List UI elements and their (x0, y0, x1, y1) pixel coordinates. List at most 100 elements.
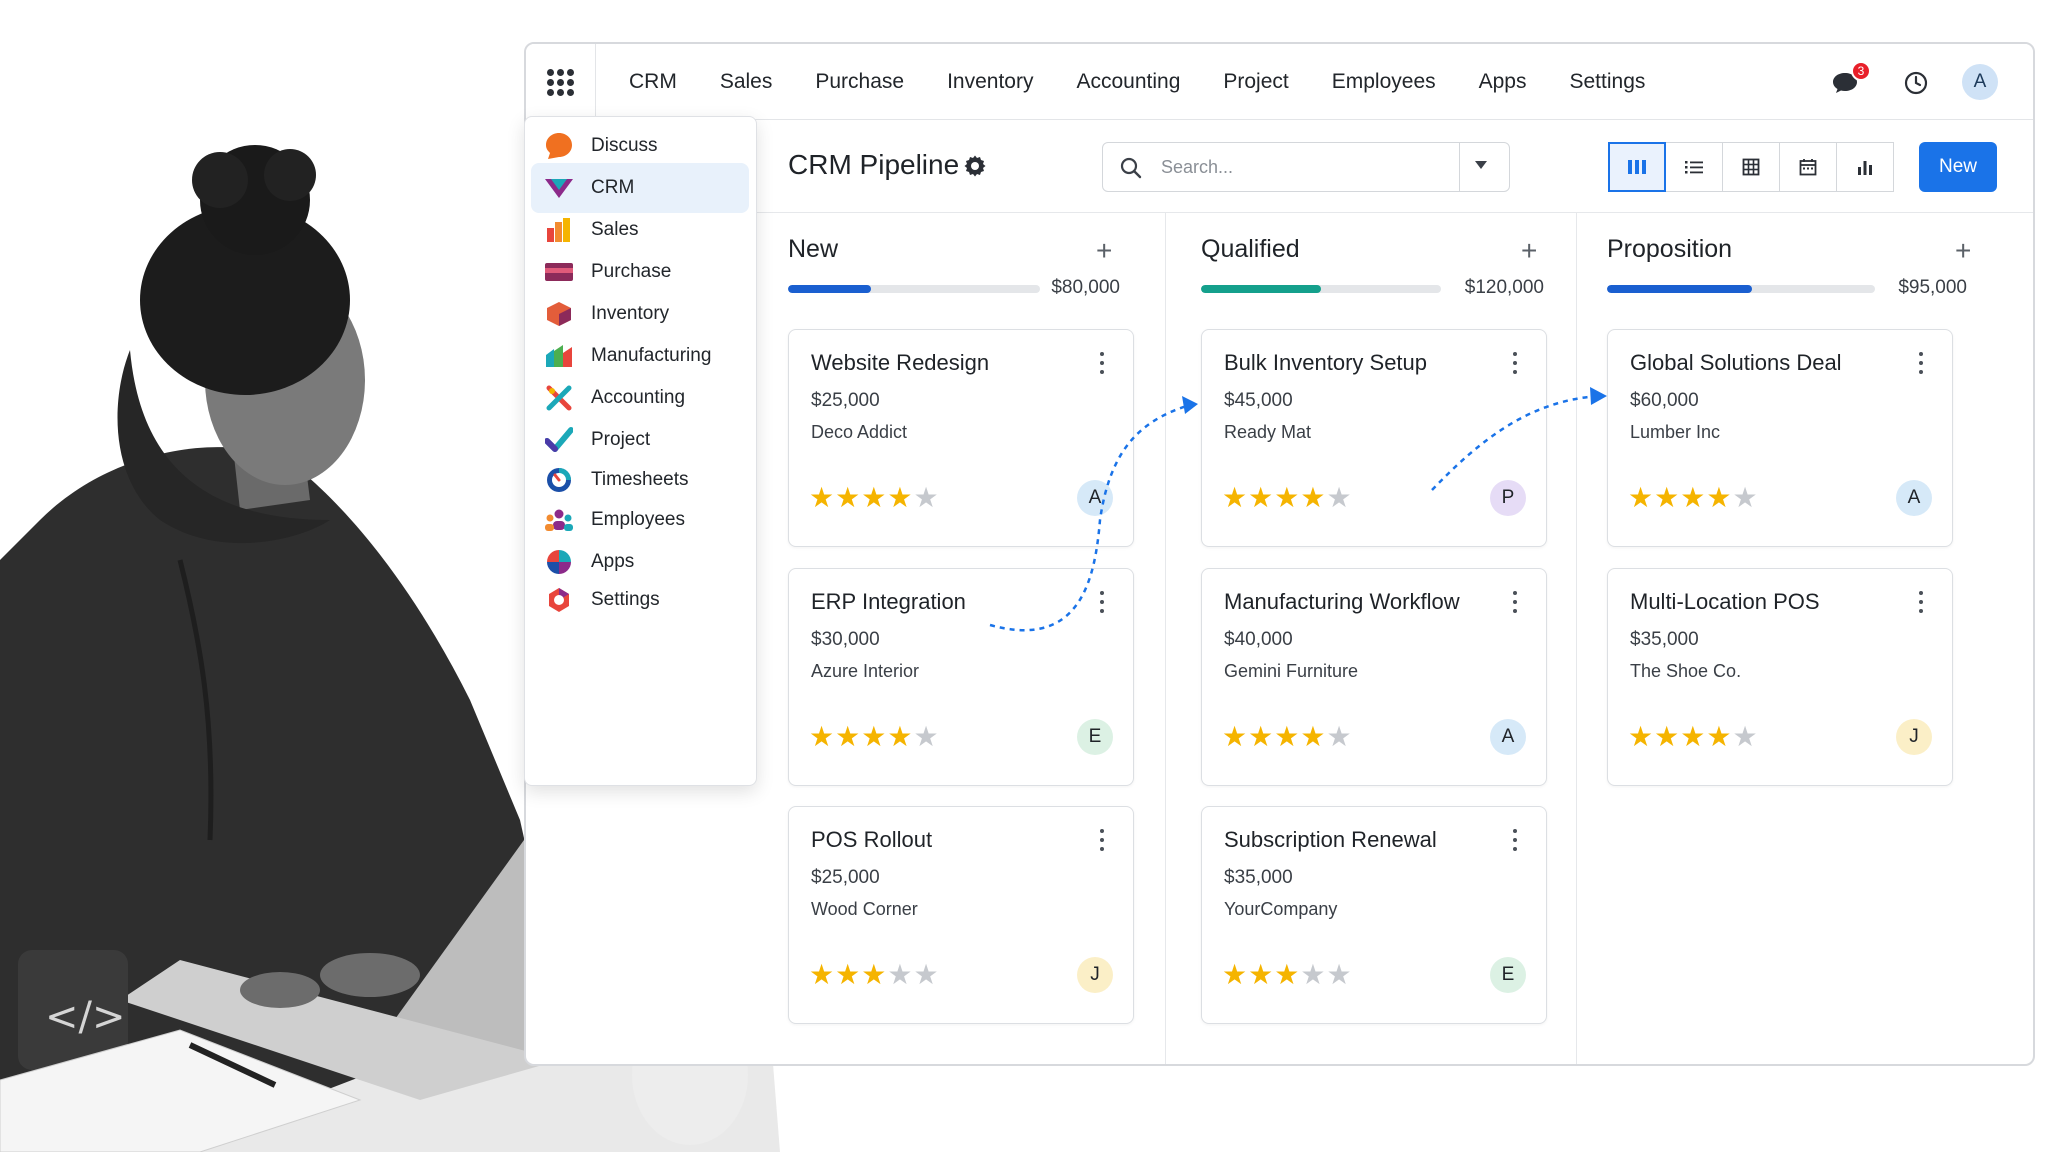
star-empty-icon[interactable]: ★ (1732, 723, 1757, 751)
star-filled-icon[interactable]: ★ (835, 961, 860, 989)
priority-stars[interactable]: ★ ★ ★ ★ ★ (1628, 723, 1759, 751)
more-options-icon[interactable] (1512, 829, 1518, 855)
more-options-icon[interactable] (1099, 591, 1105, 617)
star-filled-icon[interactable]: ★ (1248, 484, 1273, 512)
kanban-view-button[interactable] (1608, 142, 1666, 192)
opportunity-card[interactable]: Subscription Renewal $35,000 YourCompany… (1201, 806, 1547, 1024)
menu-item-sales[interactable]: Sales (720, 70, 773, 94)
star-filled-icon[interactable]: ★ (809, 484, 834, 512)
star-filled-icon[interactable]: ★ (835, 723, 860, 751)
add-card-button[interactable]: + (1521, 235, 1537, 267)
search-input[interactable]: Search... (1102, 142, 1510, 192)
menu-item-inventory[interactable]: Inventory (947, 70, 1033, 94)
opportunity-card[interactable]: Multi-Location POS $35,000 The Shoe Co. … (1607, 568, 1953, 786)
star-filled-icon[interactable]: ★ (1222, 484, 1247, 512)
priority-stars[interactable]: ★ ★ ★ ★ ★ (809, 723, 940, 751)
star-empty-icon[interactable]: ★ (913, 484, 938, 512)
star-empty-icon[interactable]: ★ (1732, 484, 1757, 512)
star-filled-icon[interactable]: ★ (1680, 723, 1705, 751)
menu-item-accounting[interactable]: Accounting (1076, 70, 1180, 94)
star-filled-icon[interactable]: ★ (1300, 723, 1325, 751)
salesperson-avatar[interactable]: A (1490, 719, 1526, 755)
app-switcher-button[interactable] (526, 44, 596, 120)
star-filled-icon[interactable]: ★ (1628, 484, 1653, 512)
star-empty-icon[interactable]: ★ (913, 723, 938, 751)
chevron-down-icon[interactable] (1475, 161, 1487, 169)
priority-stars[interactable]: ★ ★ ★ ★ ★ (1628, 484, 1759, 512)
star-empty-icon[interactable]: ★ (1326, 723, 1351, 751)
priority-stars[interactable]: ★ ★ ★ ★ ★ (1222, 961, 1353, 989)
priority-stars[interactable]: ★ ★ ★ ★ ★ (1222, 484, 1353, 512)
salesperson-avatar[interactable]: A (1077, 480, 1113, 516)
star-filled-icon[interactable]: ★ (1706, 723, 1731, 751)
star-filled-icon[interactable]: ★ (861, 961, 886, 989)
calendar-view-button[interactable] (1779, 142, 1837, 192)
gear-icon[interactable] (963, 154, 987, 178)
salesperson-avatar[interactable]: P (1490, 480, 1526, 516)
salesperson-avatar[interactable]: E (1490, 957, 1526, 993)
opportunity-card[interactable]: ERP Integration $30,000 Azure Interior ★… (788, 568, 1134, 786)
star-filled-icon[interactable]: ★ (1222, 723, 1247, 751)
star-filled-icon[interactable]: ★ (1654, 484, 1679, 512)
priority-stars[interactable]: ★ ★ ★ ★ ★ (1222, 723, 1353, 751)
star-filled-icon[interactable]: ★ (861, 723, 886, 751)
star-filled-icon[interactable]: ★ (835, 484, 860, 512)
more-options-icon[interactable] (1099, 829, 1105, 855)
star-filled-icon[interactable]: ★ (809, 723, 834, 751)
salesperson-avatar[interactable]: J (1896, 719, 1932, 755)
more-options-icon[interactable] (1099, 352, 1105, 378)
star-filled-icon[interactable]: ★ (1706, 484, 1731, 512)
star-filled-icon[interactable]: ★ (1628, 723, 1653, 751)
pivot-view-button[interactable] (1722, 142, 1780, 192)
add-card-button[interactable]: + (1096, 235, 1112, 267)
more-options-icon[interactable] (1918, 352, 1924, 378)
salesperson-avatar[interactable]: E (1077, 719, 1113, 755)
page-title: CRM Pipeline (788, 149, 960, 180)
menu-item-employees[interactable]: Employees (1332, 70, 1436, 94)
clock-icon[interactable] (1904, 71, 1928, 95)
opportunity-card[interactable]: Manufacturing Workflow $40,000 Gemini Fu… (1201, 568, 1547, 786)
menu-item-crm[interactable]: CRM (629, 70, 677, 94)
star-filled-icon[interactable]: ★ (1680, 484, 1705, 512)
star-filled-icon[interactable]: ★ (861, 484, 886, 512)
priority-stars[interactable]: ★ ★ ★ ★ ★ (809, 484, 940, 512)
star-filled-icon[interactable]: ★ (887, 484, 912, 512)
opportunity-card[interactable]: Website Redesign $25,000 Deco Addict ★ ★ ★… (788, 329, 1134, 547)
star-filled-icon[interactable]: ★ (1300, 484, 1325, 512)
graph-view-button[interactable] (1836, 142, 1894, 192)
more-options-icon[interactable] (1918, 591, 1924, 617)
user-avatar[interactable]: A (1962, 64, 1998, 100)
star-filled-icon[interactable]: ★ (809, 961, 834, 989)
opportunity-card[interactable]: POS Rollout $25,000 Wood Corner ★ ★ ★ ★ ★ J (788, 806, 1134, 1024)
salesperson-avatar[interactable]: A (1896, 480, 1932, 516)
apps-menu-label: Timesheets (591, 469, 689, 490)
opportunity-card[interactable]: Bulk Inventory Setup $45,000 Ready Mat ★… (1201, 329, 1547, 547)
apps-menu-item-settings[interactable]: Settings (531, 575, 749, 625)
star-filled-icon[interactable]: ★ (1654, 723, 1679, 751)
menu-item-project[interactable]: Project (1223, 70, 1288, 94)
star-filled-icon[interactable]: ★ (1274, 961, 1299, 989)
add-card-button[interactable]: + (1955, 235, 1971, 267)
apps-menu-dropdown: Discuss CRM Sales Purchase Inventory Man… (524, 116, 757, 786)
opportunity-card[interactable]: Global Solutions Deal $60,000 Lumber Inc… (1607, 329, 1953, 547)
menu-item-purchase[interactable]: Purchase (815, 70, 904, 94)
star-filled-icon[interactable]: ★ (1222, 961, 1247, 989)
salesperson-avatar[interactable]: J (1077, 957, 1113, 993)
more-options-icon[interactable] (1512, 591, 1518, 617)
star-filled-icon[interactable]: ★ (1274, 723, 1299, 751)
star-filled-icon[interactable]: ★ (887, 723, 912, 751)
star-filled-icon[interactable]: ★ (1248, 961, 1273, 989)
star-empty-icon[interactable]: ★ (1326, 484, 1351, 512)
menu-item-settings[interactable]: Settings (1570, 70, 1646, 94)
star-empty-icon[interactable]: ★ (887, 961, 912, 989)
star-filled-icon[interactable]: ★ (1274, 484, 1299, 512)
menu-item-apps[interactable]: Apps (1479, 70, 1527, 94)
more-options-icon[interactable] (1512, 352, 1518, 378)
new-button[interactable]: New (1919, 142, 1997, 192)
star-empty-icon[interactable]: ★ (1300, 961, 1325, 989)
star-empty-icon[interactable]: ★ (1326, 961, 1351, 989)
list-view-button[interactable] (1665, 142, 1723, 192)
star-filled-icon[interactable]: ★ (1248, 723, 1273, 751)
priority-stars[interactable]: ★ ★ ★ ★ ★ (809, 961, 940, 989)
star-empty-icon[interactable]: ★ (913, 961, 938, 989)
